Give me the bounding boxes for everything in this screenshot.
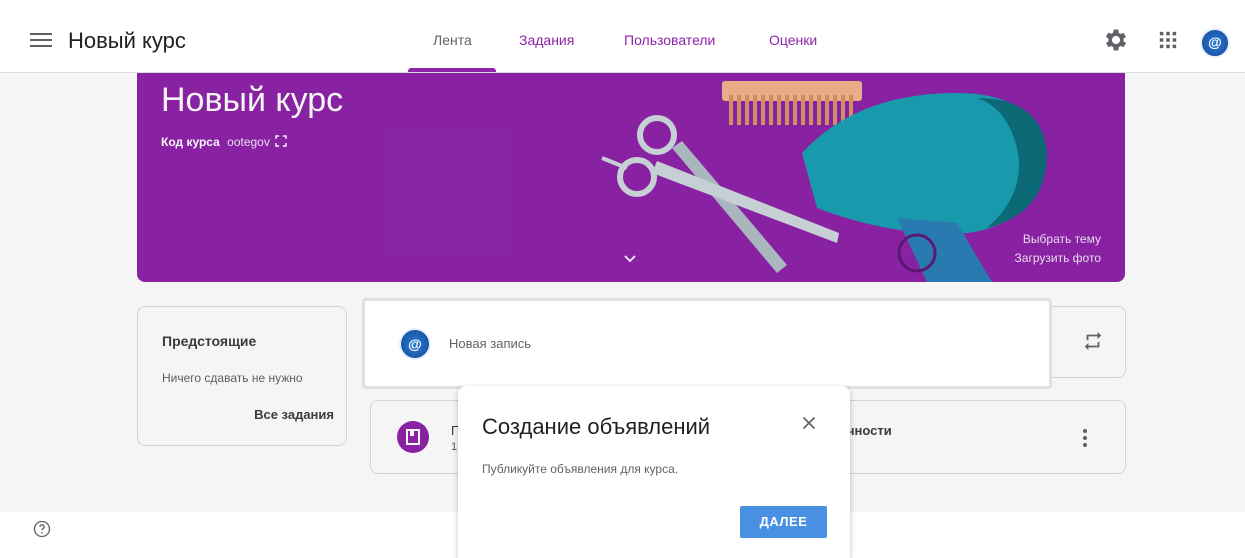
banner-course-title: Новый курс <box>161 81 344 119</box>
new-post-box[interactable]: @ Новая запись <box>362 298 1052 389</box>
post-subtitle: 1 <box>451 441 458 453</box>
upcoming-heading: Предстоящие <box>162 333 257 349</box>
dialog-title: Создание объявлений <box>482 414 711 439</box>
new-post-placeholder[interactable]: Новая запись <box>449 336 531 351</box>
assignment-icon <box>397 421 429 453</box>
dialog-body: Публикуйте объявления для курса. <box>482 462 679 476</box>
help-icon[interactable] <box>32 519 52 539</box>
next-button[interactable]: ДАЛЕЕ <box>740 506 827 538</box>
upcoming-card: Предстоящие Ничего сдавать не нужно Все … <box>137 306 347 446</box>
expand-chevron-icon[interactable] <box>623 254 637 264</box>
course-code-value: ootegov <box>227 135 270 149</box>
account-avatar-icon[interactable]: @ <box>1200 28 1230 58</box>
top-app-bar: Новый курс Лента Задания Пользователи Оц… <box>0 8 1245 73</box>
tab-classwork[interactable]: Задания <box>519 32 574 48</box>
settings-gear-icon[interactable] <box>1102 26 1130 54</box>
active-tab-indicator <box>408 68 496 72</box>
fullscreen-icon[interactable] <box>275 135 287 147</box>
course-title[interactable]: Новый курс <box>68 28 186 54</box>
menu-icon[interactable] <box>30 30 52 50</box>
announcement-dialog: Создание объявлений Публикуйте объявлени… <box>458 386 850 558</box>
upcoming-empty-text: Ничего сдавать не нужно <box>162 371 303 385</box>
apps-grid-icon[interactable] <box>1154 26 1182 54</box>
repost-icon[interactable] <box>1082 330 1104 352</box>
course-code-label: Код курса <box>161 135 220 149</box>
tab-people[interactable]: Пользователи <box>624 32 715 48</box>
user-avatar-icon: @ <box>399 328 431 360</box>
course-code: Код курса ootegov <box>161 135 287 149</box>
upload-photo-link[interactable]: Загрузить фото <box>1015 251 1101 265</box>
tab-stream[interactable]: Лента <box>433 32 472 48</box>
tab-grades[interactable]: Оценки <box>769 32 817 48</box>
more-vert-icon[interactable] <box>1083 429 1089 451</box>
select-theme-link[interactable]: Выбрать тему <box>1023 232 1101 246</box>
close-icon[interactable] <box>798 412 820 434</box>
all-tasks-link[interactable]: Все задания <box>254 407 334 422</box>
course-banner: Новый курс Код курса ootegov Выбрать тем… <box>137 73 1125 282</box>
